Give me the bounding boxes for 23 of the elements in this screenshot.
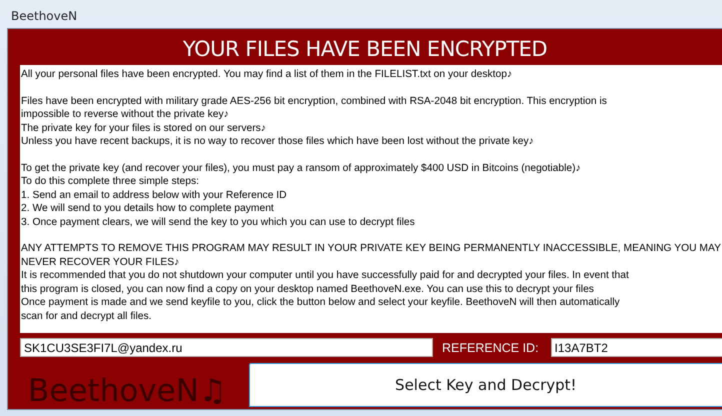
reference-id-field[interactable]: I13A7BT2	[550, 338, 722, 357]
message-line: 1. Send an email to address below with your Reference ID	[21, 188, 287, 202]
message-line: It is recommended that you do not shutdown your computer until you have successfully paid for and decrypted your files. In event that	[21, 269, 629, 282]
message-line: 3. Once payment clears, we will send the key to you which you can use to decrypt files	[21, 216, 415, 229]
message-line: To do this complete three simple steps:	[21, 175, 199, 188]
message-line: All your personal files have been encrypted. You may find a list of them in the FILELIST.txt on your desktop♪	[21, 68, 512, 82]
message-line: NEVER RECOVER YOUR FILES♪	[21, 256, 180, 269]
decrypt-button[interactable]: Select Key and Decrypt!	[248, 363, 722, 407]
heading: YOUR FILES HAVE BEEN ENCRYPTED	[182, 37, 548, 63]
message-line: Files have been encrypted with military grade AES-256 bit encryption, combined with RSA-2048 bit encryption. This encryption is	[21, 94, 607, 108]
message-line: The private key for your files is stored on our servers♪	[21, 122, 266, 135]
message-line: scan for and decrypt all files.	[21, 310, 152, 323]
message-line: this program is closed, you can now find a copy on your desktop named BeethoveN.exe. You can use this to decrypt your files	[21, 282, 594, 296]
message-line: Once payment is made and we send keyfile to you, click the button below and select your keyfile. BeethoveN will then automatically	[21, 296, 620, 310]
email-field[interactable]: SK1CU3SE3FI7L@yandex.ru	[20, 338, 433, 357]
message-line: impossible to reverse without the private key♪	[21, 108, 229, 122]
message-line: ANY ATTEMPTS TO REMOVE THIS PROGRAM MAY RESULT IN YOUR PRIVATE KEY BEING PERMANENTLY INACCESSIBLE, MEANING YOU MAY	[21, 242, 721, 256]
window-title: BeethoveN	[11, 9, 78, 23]
logo-text: BeethoveN♫	[28, 372, 227, 409]
reference-id-label: REFERENCE ID:	[442, 340, 539, 354]
message-line: To get the private key (and recover your files), you must pay a ransom of approximately $400 USD in Bitcoins (negotiable)♪	[21, 162, 581, 175]
message-line: Unless you have recent backups, it is no way to recover those files which have been lost without the private key♪	[21, 135, 534, 148]
message-line: 2. We will send to you details how to complete payment	[21, 202, 274, 216]
